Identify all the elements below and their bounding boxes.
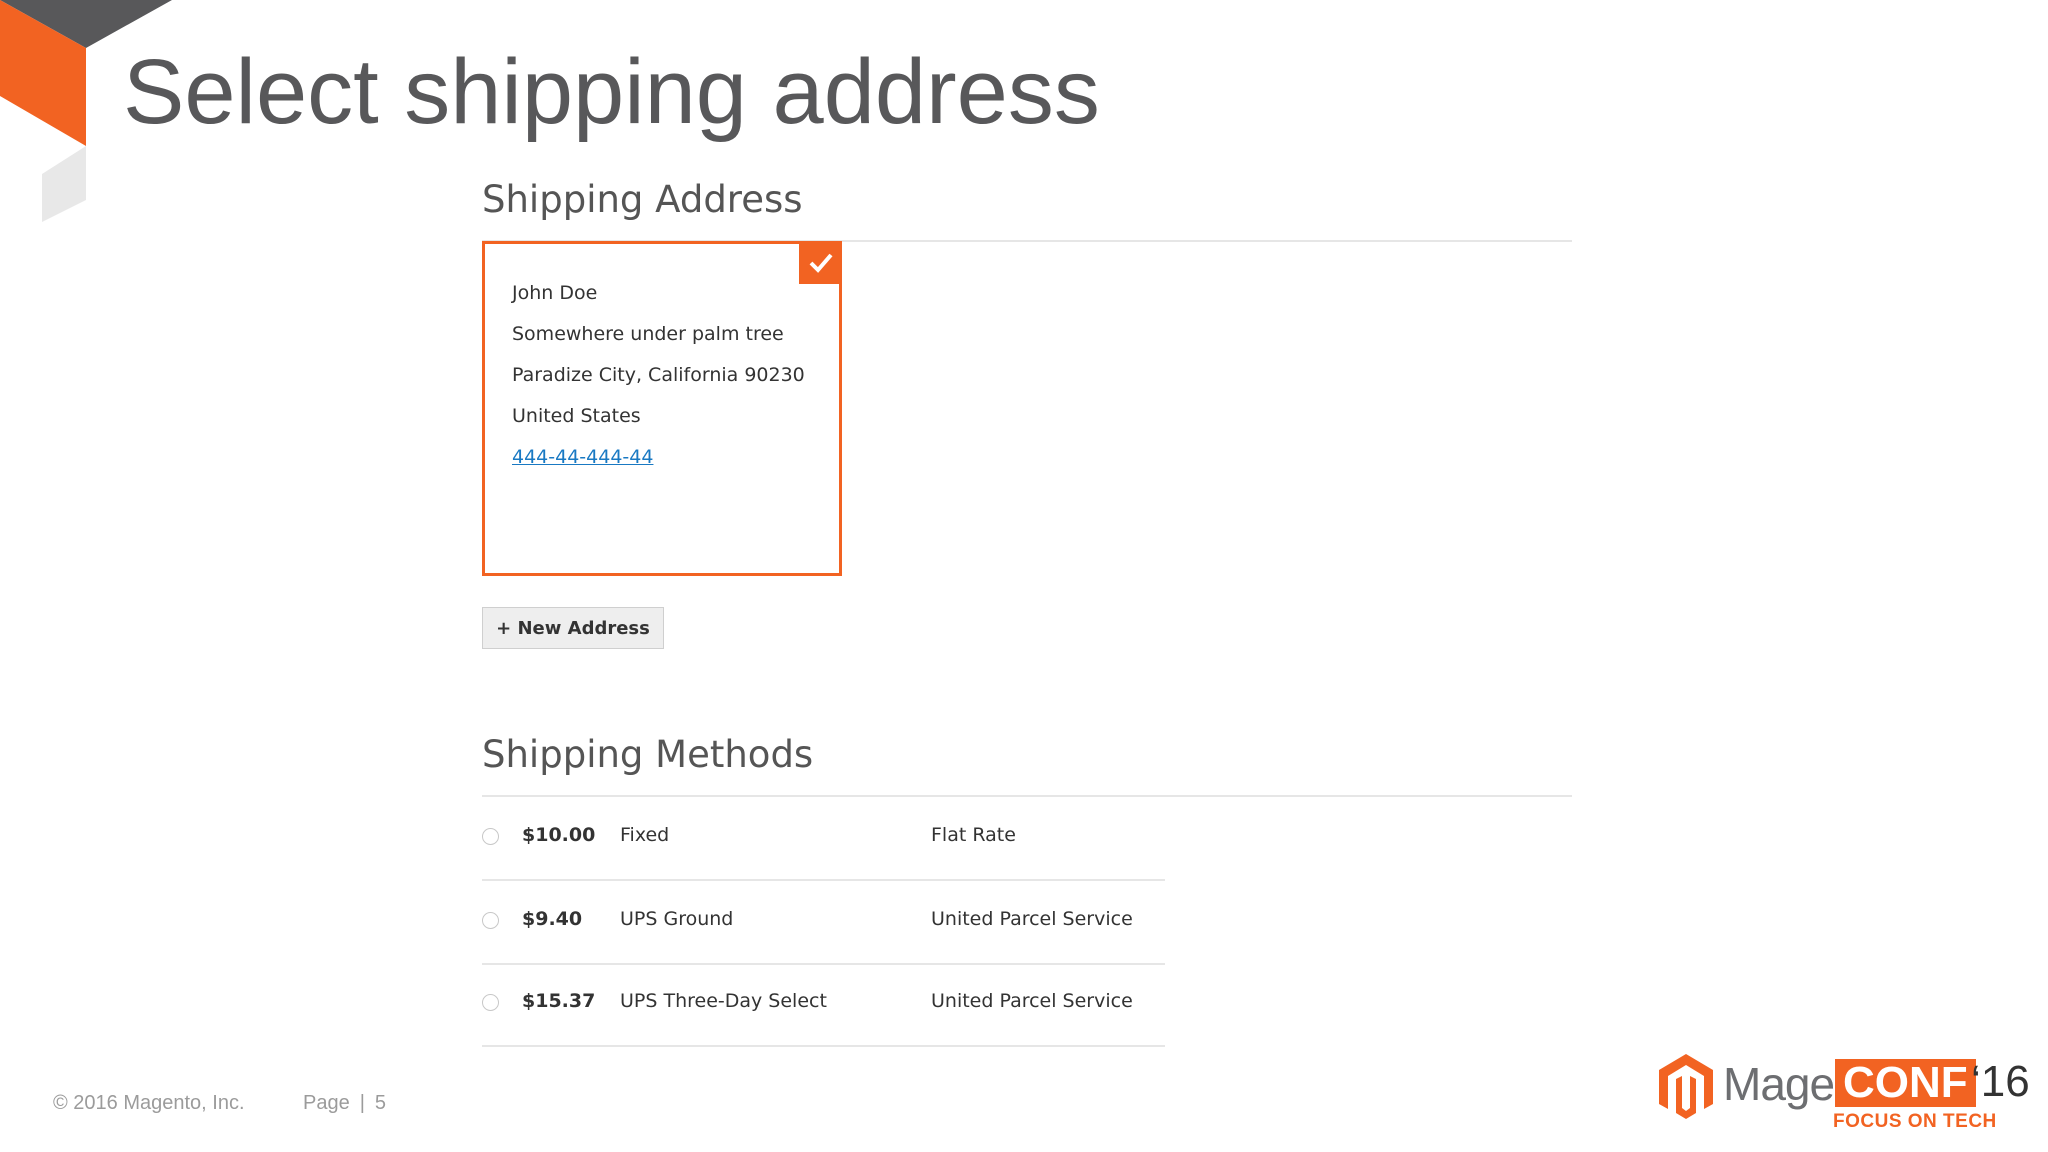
address-street: Somewhere under palm tree [512, 323, 784, 345]
footer-page-number: 5 [374, 1092, 387, 1114]
shipping-address-heading: Shipping Address [482, 178, 803, 221]
new-address-button[interactable]: + New Address [482, 607, 664, 649]
logo-tagline: FOCUS ON TECH [1833, 1111, 1997, 1132]
shipping-method-row[interactable]: $15.37 UPS Three-Day Select United Parce… [482, 963, 1165, 1047]
shipping-method-carrier: United Parcel Service [931, 908, 1133, 930]
address-phone-link[interactable]: 444-44-444-44 [512, 446, 653, 468]
mageconf-logo: Mage CONF ‘16 FOCUS ON TECH [1657, 1049, 2030, 1134]
shipping-method-radio[interactable] [482, 912, 499, 929]
shipping-method-row[interactable]: $9.40 UPS Ground United Parcel Service [482, 881, 1165, 965]
address-city: Paradize City, California 90230 [512, 364, 805, 386]
logo-conf-text: CONF [1835, 1059, 1976, 1107]
shipping-method-row[interactable]: $10.00 Fixed Flat Rate [482, 797, 1165, 881]
logo-mage-text: Mage [1723, 1058, 1835, 1110]
footer-page-label: Page [303, 1092, 350, 1114]
footer-page-indicator: Page | 5 [303, 1092, 386, 1115]
address-card-selected[interactable]: John Doe Somewhere under palm tree Parad… [482, 241, 842, 576]
shipping-method-name: UPS Ground [620, 908, 734, 930]
footer-page-separator: | [359, 1092, 365, 1114]
selected-checkmark-icon [799, 241, 842, 284]
address-country: United States [512, 405, 641, 427]
shipping-method-name: Fixed [620, 824, 670, 846]
slide-title: Select shipping address [123, 41, 1100, 143]
footer-copyright: © 2016 Magento, Inc. [53, 1092, 245, 1114]
shipping-method-radio[interactable] [482, 828, 499, 845]
magento-logo-icon [1659, 1054, 1713, 1119]
row-divider [482, 1045, 1165, 1047]
shipping-method-price: $15.37 [522, 990, 596, 1012]
shipping-method-carrier: United Parcel Service [931, 990, 1133, 1012]
shipping-method-carrier: Flat Rate [931, 824, 1016, 846]
address-name: John Doe [512, 282, 598, 304]
shipping-method-price: $9.40 [522, 908, 583, 930]
shipping-method-price: $10.00 [522, 824, 596, 846]
shipping-method-radio[interactable] [482, 994, 499, 1011]
logo-year-text: ‘16 [1971, 1057, 2030, 1106]
shipping-method-name: UPS Three-Day Select [620, 990, 827, 1012]
shipping-methods-heading: Shipping Methods [482, 733, 814, 776]
